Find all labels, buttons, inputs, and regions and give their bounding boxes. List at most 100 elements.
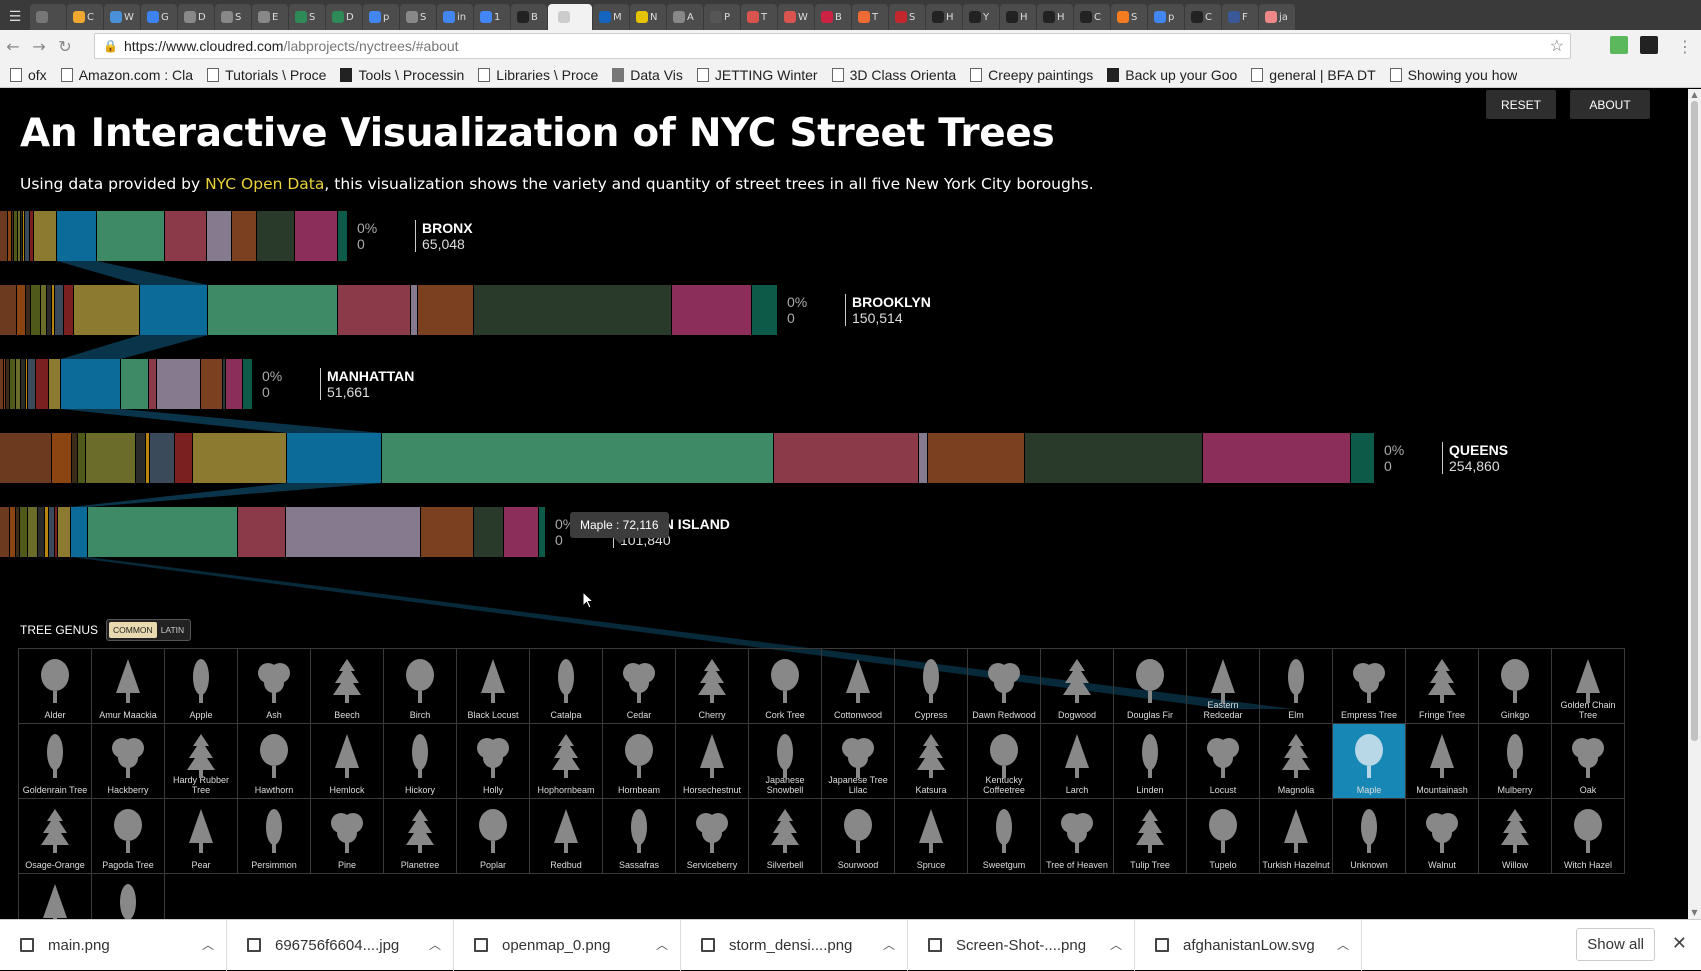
tree-genus-cell[interactable]: Persimmon: [238, 799, 311, 874]
bar-segment[interactable]: [21, 359, 25, 409]
bar-segment[interactable]: [1025, 433, 1202, 483]
browser-tab[interactable]: W: [778, 4, 814, 30]
bar-segment[interactable]: [338, 285, 410, 335]
bar-segment[interactable]: [411, 285, 417, 335]
tree-genus-cell[interactable]: Turkish Hazelnut: [1260, 799, 1333, 874]
tree-genus-cell[interactable]: Beech: [311, 649, 384, 724]
bar-segment[interactable]: [774, 433, 918, 483]
bookmark-star-icon[interactable]: ☆: [1550, 36, 1564, 56]
browser-tab[interactable]: H: [1000, 4, 1036, 30]
bar-segment[interactable]: [257, 211, 294, 261]
tree-genus-cell[interactable]: [19, 874, 92, 919]
bar-segment[interactable]: [49, 507, 54, 557]
browser-tab[interactable]: T: [741, 4, 777, 30]
browser-tab[interactable]: S: [215, 4, 251, 30]
tree-genus-cell[interactable]: Osage-Orange: [19, 799, 92, 874]
tree-genus-cell[interactable]: Fringe Tree: [1406, 649, 1479, 724]
bar-segment[interactable]: [295, 211, 337, 261]
bar-segment[interactable]: [49, 359, 60, 409]
tree-genus-cell[interactable]: Mountainash: [1406, 724, 1479, 799]
bookmark-item[interactable]: Creepy paintings: [970, 67, 1093, 83]
bar-segment[interactable]: [0, 359, 3, 409]
tree-genus-cell[interactable]: Mulberry: [1479, 724, 1552, 799]
browser-tab[interactable]: C: [1074, 4, 1110, 30]
tree-genus-cell[interactable]: Cherry: [676, 649, 749, 724]
bar-segment[interactable]: [12, 211, 13, 261]
bar-segment[interactable]: [146, 433, 149, 483]
bar-segment[interactable]: [286, 507, 420, 557]
tree-genus-cell[interactable]: Witch Hazel: [1552, 799, 1625, 874]
scroll-down-icon[interactable]: ▼: [1690, 909, 1699, 917]
bar-segment[interactable]: [539, 507, 545, 557]
bar-segment[interactable]: [20, 507, 27, 557]
browser-tab[interactable]: S: [1111, 4, 1147, 30]
browser-tab[interactable]: H: [1037, 4, 1073, 30]
bookmark-item[interactable]: ofx: [10, 67, 47, 83]
bar-segment[interactable]: [338, 211, 347, 261]
browser-tab[interactable]: B: [815, 4, 851, 30]
bar-segment[interactable]: [52, 433, 71, 483]
bar-segment[interactable]: [14, 211, 17, 261]
tree-genus-cell[interactable]: Pear: [165, 799, 238, 874]
browser-tab[interactable]: p: [1148, 4, 1184, 30]
about-button[interactable]: ABOUT: [1570, 90, 1650, 119]
bar-segment[interactable]: [919, 433, 927, 483]
bar-segment[interactable]: [55, 285, 63, 335]
bar-segment[interactable]: [61, 359, 120, 409]
bookmark-item[interactable]: general | BFA DT: [1251, 67, 1376, 83]
browser-tab[interactable]: F: [1222, 4, 1258, 30]
bookmark-item[interactable]: Tools \ Processin: [340, 67, 464, 83]
tree-genus-cell[interactable]: Poplar: [457, 799, 530, 874]
browser-tab[interactable]: S: [400, 4, 436, 30]
bar-segment[interactable]: [23, 211, 24, 261]
download-item[interactable]: afghanistanLow.svg ︿: [1135, 919, 1362, 971]
bar-segment[interactable]: [1203, 433, 1350, 483]
download-item[interactable]: storm_densi....png ︿: [681, 919, 908, 971]
tree-genus-cell[interactable]: Willow: [1479, 799, 1552, 874]
bookmark-item[interactable]: JETTING Winter: [696, 67, 818, 83]
chevron-up-icon[interactable]: ︿: [429, 936, 441, 953]
bookmark-item[interactable]: Amazon.com : Cla: [60, 67, 193, 83]
bar-segment[interactable]: [928, 433, 1024, 483]
browser-tab[interactable]: W: [104, 4, 140, 30]
chevron-up-icon[interactable]: ︿: [1110, 936, 1122, 953]
tree-genus-cell[interactable]: Maple: [1333, 724, 1406, 799]
tree-genus-cell[interactable]: Tulip Tree: [1114, 799, 1187, 874]
browser-tab[interactable]: [30, 4, 66, 30]
bar-segment[interactable]: [232, 211, 256, 261]
bar-segment[interactable]: [18, 211, 20, 261]
toggle-latin[interactable]: LATIN: [157, 622, 188, 638]
scrollbar-thumb[interactable]: [1691, 101, 1698, 741]
menu-icon[interactable]: ⋮: [1672, 33, 1698, 59]
bar-segment[interactable]: [4, 359, 5, 409]
extension-icon[interactable]: [1640, 36, 1658, 54]
bookmark-item[interactable]: Showing you how: [1389, 67, 1517, 83]
tree-genus-cell[interactable]: Apple: [165, 649, 238, 724]
browser-tab[interactable]: M: [593, 4, 629, 30]
bar-segment[interactable]: [243, 359, 252, 409]
chevron-up-icon[interactable]: ︿: [883, 936, 895, 953]
bar-segment[interactable]: [47, 285, 51, 335]
bar-segment[interactable]: [207, 211, 231, 261]
tree-genus-cell[interactable]: Cypress: [895, 649, 968, 724]
bar-segment[interactable]: [41, 285, 46, 335]
chevron-up-icon[interactable]: ︿: [202, 936, 214, 953]
browser-tab[interactable]: C: [67, 4, 103, 30]
close-icon[interactable]: ✕: [1672, 933, 1687, 954]
bar-segment[interactable]: [6, 359, 9, 409]
tree-genus-cell[interactable]: Douglas Fir: [1114, 649, 1187, 724]
bar-segment[interactable]: [45, 507, 48, 557]
tree-genus-cell[interactable]: Cork Tree: [749, 649, 822, 724]
tree-genus-cell[interactable]: Unknown: [1333, 799, 1406, 874]
tree-genus-cell[interactable]: Hickory: [384, 724, 457, 799]
page-scrollbar[interactable]: ▲ ▼: [1688, 89, 1701, 919]
bar-segment[interactable]: [34, 211, 56, 261]
tree-genus-cell[interactable]: Dogwood: [1041, 649, 1114, 724]
bar-segment[interactable]: [193, 433, 286, 483]
bookmark-item[interactable]: Libraries \ Proce: [478, 67, 598, 83]
tree-genus-cell[interactable]: Cedar: [603, 649, 676, 724]
browser-tab[interactable]: N: [630, 4, 666, 30]
bar-segment[interactable]: [30, 211, 33, 261]
bookmark-item[interactable]: Tutorials \ Proce: [207, 67, 326, 83]
tree-genus-cell[interactable]: Eastern Redcedar: [1187, 649, 1260, 724]
